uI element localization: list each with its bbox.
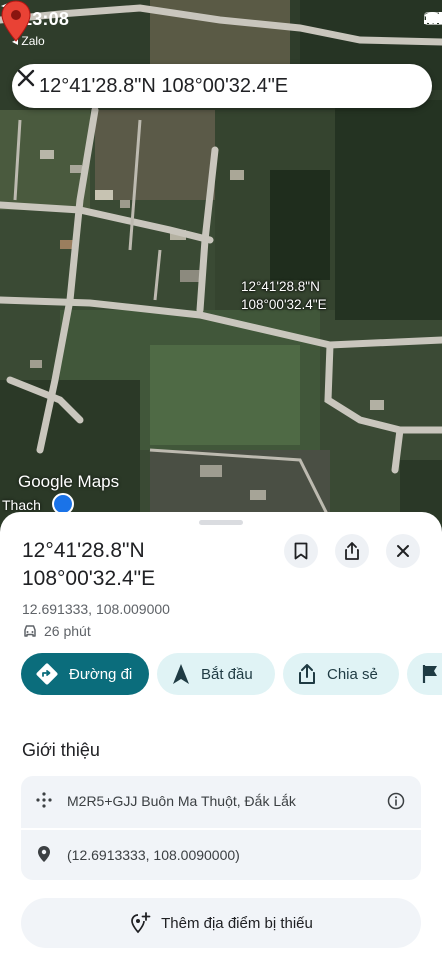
location-icon [38, 846, 50, 862]
about-heading: Giới thiệu [22, 740, 100, 760]
title-lat: 12°41'28.8"N [22, 539, 145, 562]
add-missing-place-button[interactable]: Thêm địa điểm bị thiếu [21, 898, 421, 948]
navigate-arrow-icon [173, 664, 189, 684]
action-chips: Đường đi Bắt đầu Chia sẻ [21, 653, 442, 697]
start-button[interactable]: Bắt đầu [157, 653, 275, 695]
car-icon [24, 625, 36, 637]
map-view[interactable]: 13:08 ◂ Zalo 12°41'28.8"N 108°00'32.4"E … [0, 0, 442, 540]
close-sheet-button[interactable] [386, 534, 420, 568]
save-chip-button[interactable] [407, 653, 442, 695]
map-pin-icon[interactable] [0, 0, 32, 42]
search-bar[interactable]: 12°41'28.8"N 108°00'32.4"E [12, 64, 432, 108]
share-icon [345, 542, 359, 560]
directions-icon [36, 663, 58, 685]
share-label: Chia sẻ [327, 665, 378, 683]
pin-label: 12°41'28.8"N 108°00'32.4"E [241, 278, 327, 314]
drive-time: 26 phút [22, 623, 91, 639]
pin-label-lat: 12°41'28.8"N [241, 279, 320, 294]
place-label: Thach [2, 497, 41, 513]
share-icon [299, 664, 315, 684]
plus-code-text: M2R5+GJJ Buôn Ma Thuột, Đắk Lắk [67, 793, 296, 809]
coordinates-row[interactable]: (12.6913333, 108.0090000) [21, 830, 421, 880]
title-lng: 108°00'32.4"E [22, 567, 156, 590]
directions-button[interactable]: Đường đi [21, 653, 149, 695]
share-header-button[interactable] [335, 534, 369, 568]
start-label: Bắt đầu [201, 665, 253, 683]
close-icon[interactable] [12, 64, 40, 92]
add-place-label: Thêm địa điểm bị thiếu [161, 914, 313, 932]
directions-label: Đường đi [69, 665, 133, 683]
share-button[interactable]: Chia sẻ [283, 653, 399, 695]
drag-handle[interactable] [199, 520, 243, 525]
coordinates-text: (12.6913333, 108.0090000) [67, 847, 240, 863]
close-icon [397, 545, 409, 557]
save-button[interactable] [284, 534, 318, 568]
plus-code-icon [36, 792, 52, 808]
search-query[interactable]: 12°41'28.8"N 108°00'32.4"E [39, 75, 288, 98]
battery-icon [424, 12, 442, 25]
drive-time-label: 26 phút [44, 623, 91, 639]
plus-code-row[interactable]: M2R5+GJJ Buôn Ma Thuột, Đắk Lắk [21, 776, 421, 828]
place-sheet: 12°41'28.8"N 108°00'32.4"E 12.691333, 10… [0, 512, 442, 960]
google-maps-logo: Google Maps [18, 472, 120, 491]
info-icon[interactable] [387, 792, 405, 810]
flag-icon [422, 665, 437, 683]
place-title: 12°41'28.8"N 108°00'32.4"E [22, 537, 155, 593]
pin-label-lng: 108°00'32.4"E [241, 297, 327, 312]
bookmark-icon [294, 542, 308, 560]
decimal-coordinates: 12.691333, 108.009000 [22, 601, 170, 617]
status-bar: 13:08 ◂ Zalo [0, 0, 442, 50]
add-place-icon [131, 912, 151, 934]
